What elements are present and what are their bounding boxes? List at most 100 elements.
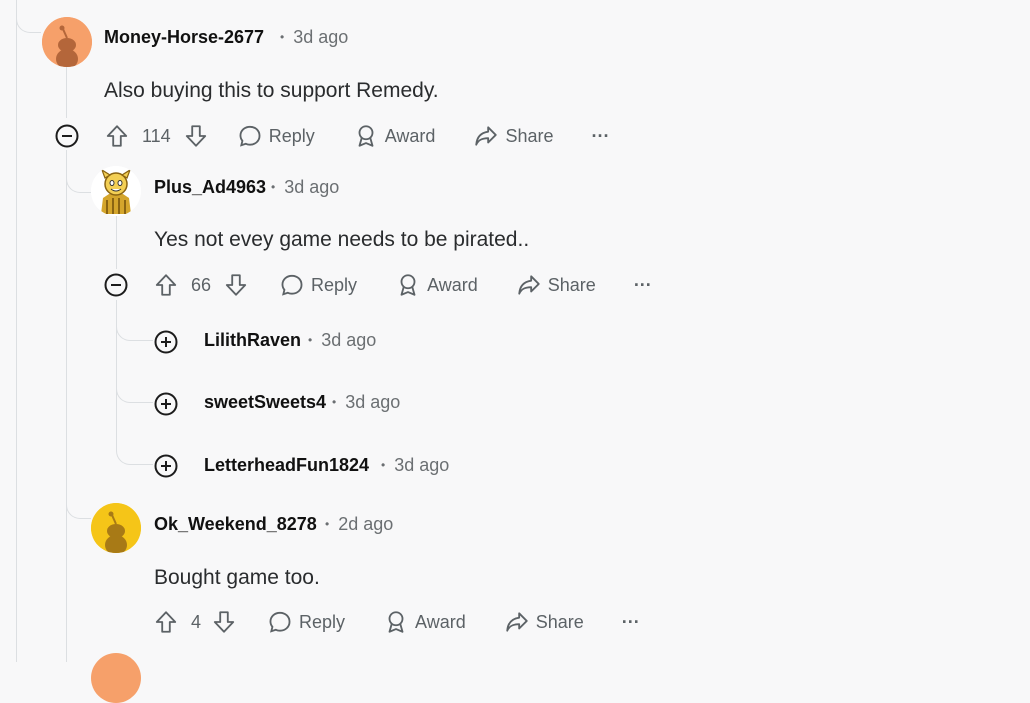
share-label: Share [505,125,554,146]
avatar[interactable] [42,17,92,67]
reply-label: Reply [299,611,346,632]
more-options-button[interactable]: ··· [622,612,640,633]
more-icon: ··· [621,611,640,632]
collapsed-reply-meta: • 3d ago [332,392,400,413]
comment-meta: • 3d ago [271,177,339,198]
comment-body: Also buying this to support Remedy. [104,79,439,102]
reply-thread-line [116,215,117,269]
collapsed-reply-username[interactable]: LilithRaven [204,330,301,351]
share-button[interactable]: Share [473,123,553,149]
comment-time[interactable]: 3d ago [284,177,339,197]
share-button[interactable]: Share [504,609,584,635]
collapsed-reply-username[interactable]: sweetSweets4 [204,392,326,413]
comment-thread-line [66,66,67,118]
collapse-icon [104,273,128,297]
downvote-button[interactable] [183,123,209,149]
downvote-icon [225,274,247,296]
more-icon: ··· [633,274,652,295]
award-icon [388,611,404,633]
expand-icon [154,454,178,478]
comment-time[interactable]: 2d ago [338,514,393,534]
comment-body: Yes not evey game needs to be pirated.. [154,228,530,251]
upvote-button[interactable] [153,609,179,635]
downvote-icon [185,125,206,147]
snoo-avatar-icon [42,17,92,67]
share-button[interactable]: Share [516,272,596,298]
award-icon [400,274,416,296]
upvote-button[interactable] [104,123,130,149]
thread-connector [116,420,153,465]
share-label: Share [547,274,596,295]
award-icon [358,125,374,147]
thread-connector [16,0,41,33]
comment-actions: 4 Reply Award Share ··· [153,605,640,639]
comment-username[interactable]: Plus_Ad4963 [154,177,266,198]
expand-button[interactable] [153,391,179,417]
share-icon [506,612,528,632]
share-icon [518,275,540,295]
reply-icon [269,611,291,633]
avatar[interactable] [91,503,141,553]
more-options-button[interactable]: ··· [634,275,652,296]
downvote-button[interactable] [223,272,249,298]
reply-button[interactable]: Reply [279,272,357,298]
outer-thread-line [16,0,17,662]
separator: • [271,180,276,194]
avatar[interactable] [91,653,141,703]
collapsed-reply-time[interactable]: 3d ago [394,455,449,475]
more-icon: ··· [591,125,610,146]
vote-count: 66 [191,274,212,295]
reply-label: Reply [268,125,315,146]
custom-avatar-icon [91,166,141,216]
comment-username[interactable]: Money-Horse-2677 [104,27,264,48]
share-label: Share [535,611,584,632]
collapse-button[interactable] [54,123,80,149]
award-button[interactable]: Award [383,609,466,635]
snoo-avatar-icon [91,503,141,553]
vote-count: 4 [191,611,202,632]
thread-connector [66,160,91,193]
collapsed-reply-meta: • 3d ago [308,330,376,351]
reply-icon [281,274,303,296]
collapsed-reply-time[interactable]: 3d ago [345,392,400,412]
award-button[interactable]: Award [395,272,478,298]
separator: • [381,458,386,472]
comment-username[interactable]: Ok_Weekend_8278 [154,514,317,535]
comment-time[interactable]: 3d ago [293,27,348,47]
upvote-icon [106,125,128,147]
avatar[interactable] [91,166,141,216]
collapse-button[interactable] [103,272,129,298]
upvote-button[interactable] [153,272,179,298]
downvote-icon [213,611,235,633]
separator: • [280,30,285,44]
upvote-icon [155,611,177,633]
thread-connector [66,494,91,519]
award-label: Award [415,611,466,632]
expand-button[interactable] [153,329,179,355]
separator: • [332,395,337,409]
downvote-button[interactable] [211,609,237,635]
expand-icon [154,392,178,416]
more-options-button[interactable]: ··· [591,126,609,147]
award-button[interactable]: Award [353,123,436,149]
expand-button[interactable] [153,453,179,479]
collapsed-reply-username[interactable]: LetterheadFun1824 [204,455,369,476]
comment-actions: 114 Reply Award Share ··· [104,119,609,153]
comment-actions: 66 Reply Award Share ··· [153,268,652,302]
reply-button[interactable]: Reply [267,609,345,635]
collapsed-reply-meta: • 3d ago [381,455,449,476]
comment-body: Bought game too. [154,566,320,589]
collapsed-reply-time[interactable]: 3d ago [321,330,376,350]
award-label: Award [427,274,478,295]
separator: • [308,333,313,347]
expand-icon [154,330,178,354]
separator: • [325,517,330,531]
comment-meta: • 3d ago [280,27,348,48]
reply-button[interactable]: Reply [237,123,315,149]
thread-connector [116,300,153,341]
comment-thread-line [66,150,67,662]
award-label: Award [384,125,436,146]
vote-count: 114 [142,125,171,146]
share-icon [475,126,498,146]
reply-icon [239,125,261,147]
